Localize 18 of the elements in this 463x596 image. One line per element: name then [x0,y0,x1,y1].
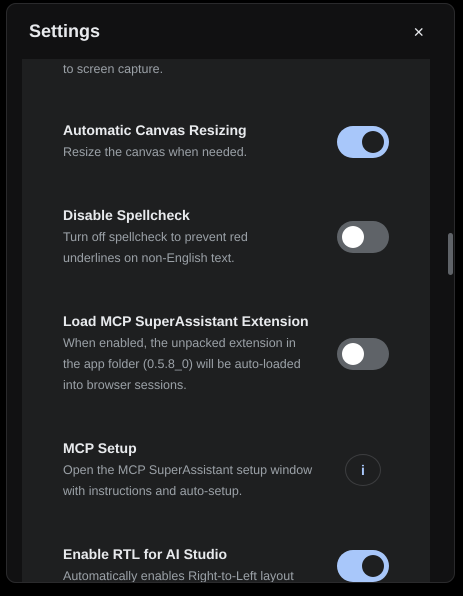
setting-description: Open the MCP SuperAssistant setup window with instructions and auto-setup. [63,462,312,500]
scrollbar-thumb[interactable] [448,233,453,275]
setting-title: Load MCP SuperAssistant Extension [63,312,309,331]
setting-description: to screen capture. [63,61,164,78]
toggle-switch[interactable] [337,221,389,253]
setting-description: Resize the canvas when needed. [63,144,248,161]
setting-title: Enable RTL for AI Studio [63,545,228,564]
setting-title: MCP Setup [63,439,138,458]
setting-title: Automatic Canvas Resizing [63,121,248,140]
setting-title: Disable Spellcheck [63,206,191,225]
close-button[interactable]: × [409,22,428,40]
setting-description: Turn off spellcheck to prevent red underlines on non-English text. [63,229,248,267]
toggle-switch[interactable] [337,126,389,158]
toggle-switch[interactable] [337,550,389,582]
toggle-switch[interactable] [337,338,389,370]
info-button[interactable]: i [345,454,381,486]
dialog-title: Settings [29,20,100,43]
setting-description: When enabled, the unpacked extension in the app folder (0.5.8_0) will be auto-loaded into browser sessions. [63,335,302,394]
